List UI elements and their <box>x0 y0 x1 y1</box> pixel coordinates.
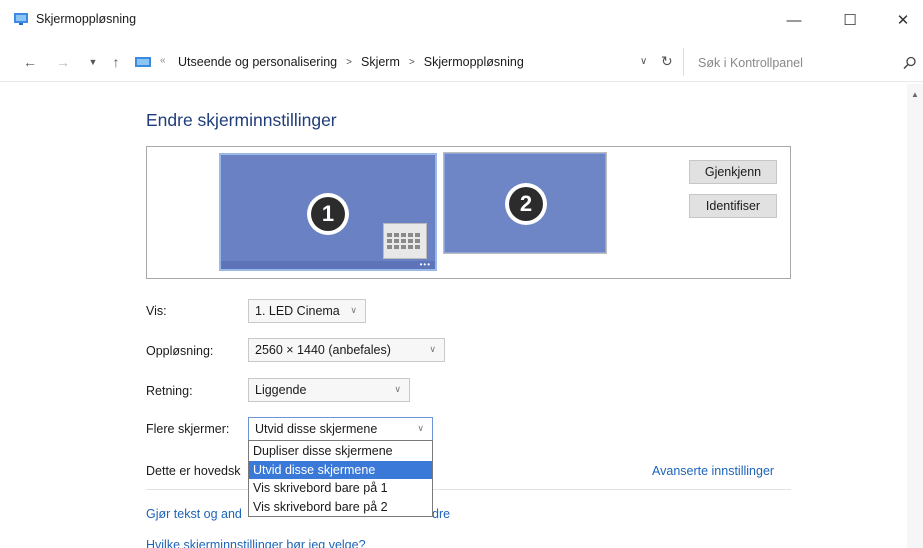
breadcrumb-item-appearance[interactable]: Utseende og personalisering <box>178 55 337 69</box>
multiple-displays-select[interactable]: Utvid disse skjermene ∨ <box>248 417 433 441</box>
text-size-link[interactable]: Gjør tekst og and <box>146 507 242 521</box>
resolution-select-value: 2560 × 1440 (anbefales) <box>255 343 391 357</box>
multiple-displays-select-value: Utvid disse skjermene <box>255 422 378 436</box>
orientation-select-value: Liggende <box>255 383 307 397</box>
dropdown-option-extend[interactable]: Utvid disse skjermene <box>249 460 432 479</box>
forward-arrow-icon[interactable]: → <box>55 54 71 70</box>
multiple-displays-dropdown-list: Dupliser disse skjermene Utvid disse skj… <box>248 440 433 517</box>
chevron-right-icon[interactable]: > <box>409 57 415 68</box>
orientation-label: Retning: <box>146 384 193 398</box>
monitor-number-badge: 1 <box>307 193 349 235</box>
text-size-link-end[interactable]: dre <box>432 507 450 521</box>
display-label: Vis: <box>146 304 167 318</box>
scroll-up-arrow-icon[interactable]: ▲ <box>911 90 919 99</box>
search-input[interactable]: Søk i Kontrollpanel <box>683 48 923 76</box>
up-arrow-icon[interactable]: ↑ <box>108 54 124 70</box>
dropdown-option-duplicate[interactable]: Dupliser disse skjermene <box>249 442 432 461</box>
monitor-number: 2 <box>509 187 543 221</box>
which-settings-link[interactable]: Hvilke skjerminnstillinger bør jeg velge… <box>146 538 366 548</box>
breadcrumb-item-display[interactable]: Skjerm <box>361 55 400 69</box>
main-display-text: Dette er hovedsk <box>146 464 241 478</box>
close-button[interactable]: ✕ <box>891 9 915 31</box>
monitor-number: 1 <box>311 197 345 231</box>
control-panel-icon <box>14 13 28 25</box>
breadcrumb-item-resolution[interactable]: Skjermoppløsning <box>424 55 524 69</box>
monitor-number-badge: 2 <box>505 183 547 225</box>
minimize-button[interactable]: — <box>782 9 806 31</box>
page-title: Endre skjerminnstillinger <box>146 110 337 130</box>
window-title: Skjermoppløsning <box>36 12 137 26</box>
maximize-button[interactable]: ☐ <box>838 9 862 31</box>
title-bar: Skjermoppløsning — ☐ ✕ <box>0 0 923 40</box>
advanced-settings-link[interactable]: Avanserte innstillinger <box>652 464 774 478</box>
identify-button[interactable]: Identifiser <box>689 194 777 218</box>
monitor-taskbar: ••• <box>221 261 435 269</box>
search-placeholder: Søk i Kontrollpanel <box>698 56 803 70</box>
display-select-value: 1. LED Cinema <box>255 304 340 318</box>
chevron-down-icon: ∨ <box>417 423 424 433</box>
detect-button[interactable]: Gjenkjenn <box>689 160 777 184</box>
ellipsis-icon: ••• <box>419 260 431 269</box>
back-arrow-icon[interactable]: ← <box>22 54 38 70</box>
monitor-arrangement-panel: 1 ••• 2 Gjenkjenn Identifiser <box>146 146 791 279</box>
vertical-scrollbar[interactable]: ▲ <box>907 84 923 548</box>
control-panel-icon <box>135 57 151 67</box>
chevron-down-icon: ∨ <box>394 384 401 394</box>
dropdown-option-only-2[interactable]: Vis skrivebord bare på 2 <box>249 498 432 517</box>
chevron-right-icon[interactable]: > <box>346 57 352 68</box>
display-select[interactable]: 1. LED Cinema ∨ <box>248 299 366 323</box>
multiple-displays-label: Flere skjermer: <box>146 422 230 436</box>
refresh-icon[interactable]: ↻ <box>661 53 673 70</box>
address-dropdown-chevron-icon[interactable]: ∨ <box>640 56 647 67</box>
address-bar: ← → ▼ ↑ « Utseende og personalisering > … <box>0 44 923 82</box>
resolution-label: Oppløsning: <box>146 344 214 358</box>
monitor-1[interactable]: 1 ••• <box>219 153 437 271</box>
orientation-select[interactable]: Liggende ∨ <box>248 378 410 402</box>
breadcrumb-separator-icon: « <box>160 55 166 66</box>
breadcrumb: Utseende og personalisering > Skjerm > S… <box>178 55 524 69</box>
dropdown-option-only-1[interactable]: Vis skrivebord bare på 1 <box>249 479 432 498</box>
resolution-select[interactable]: 2560 × 1440 (anbefales) ∨ <box>248 338 445 362</box>
monitor-2[interactable]: 2 <box>443 152 607 254</box>
chevron-down-icon: ∨ <box>350 305 357 315</box>
recent-locations-chevron-icon[interactable]: ▼ <box>85 54 101 70</box>
chevron-down-icon: ∨ <box>429 344 436 354</box>
main-display-keyboard-icon <box>383 223 427 259</box>
search-icon[interactable] <box>903 56 917 70</box>
divider <box>146 489 791 490</box>
